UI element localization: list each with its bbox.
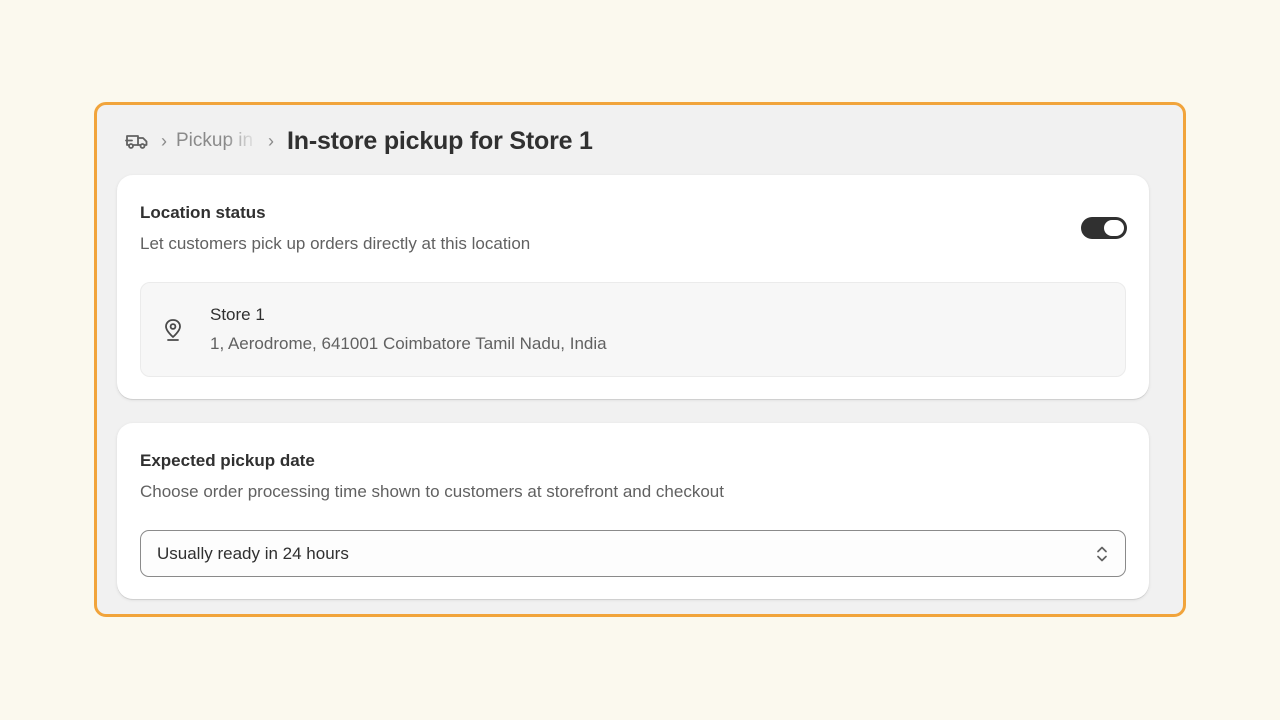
location-pin-icon [163,318,183,342]
store-address: 1, Aerodrome, 641001 Coimbatore Tamil Na… [210,334,607,353]
toggle-knob [1104,220,1124,236]
delivery-truck-icon[interactable] [125,130,151,152]
breadcrumb-separator: › [161,131,167,151]
pickup-time-selected-value: Usually ready in 24 hours [157,544,349,563]
breadcrumb: › Pickup in store › In-store pickup for … [125,125,593,157]
pickup-settings-frame: › Pickup in store › In-store pickup for … [94,102,1186,617]
expected-pickup-date-card: Expected pickup date Choose order proces… [117,423,1149,599]
expected-pickup-date-title: Expected pickup date [140,451,315,470]
breadcrumb-separator: › [268,131,274,151]
pickup-time-select[interactable]: Usually ready in 24 hours [140,530,1126,577]
expected-pickup-date-description: Choose order processing time shown to cu… [140,482,724,501]
location-status-toggle[interactable] [1081,217,1127,239]
location-status-title: Location status [140,203,266,222]
select-chevrons-icon [1095,544,1109,564]
page-title: In-store pickup for Store 1 [287,126,593,155]
store-name: Store 1 [210,305,265,324]
location-status-description: Let customers pick up orders directly at… [140,234,531,253]
location-status-card: Location status Let customers pick up or… [117,175,1149,399]
breadcrumb-parent-link[interactable]: Pickup in store [176,130,258,152]
store-info-box: Store 1 1, Aerodrome, 641001 Coimbatore … [140,282,1126,377]
